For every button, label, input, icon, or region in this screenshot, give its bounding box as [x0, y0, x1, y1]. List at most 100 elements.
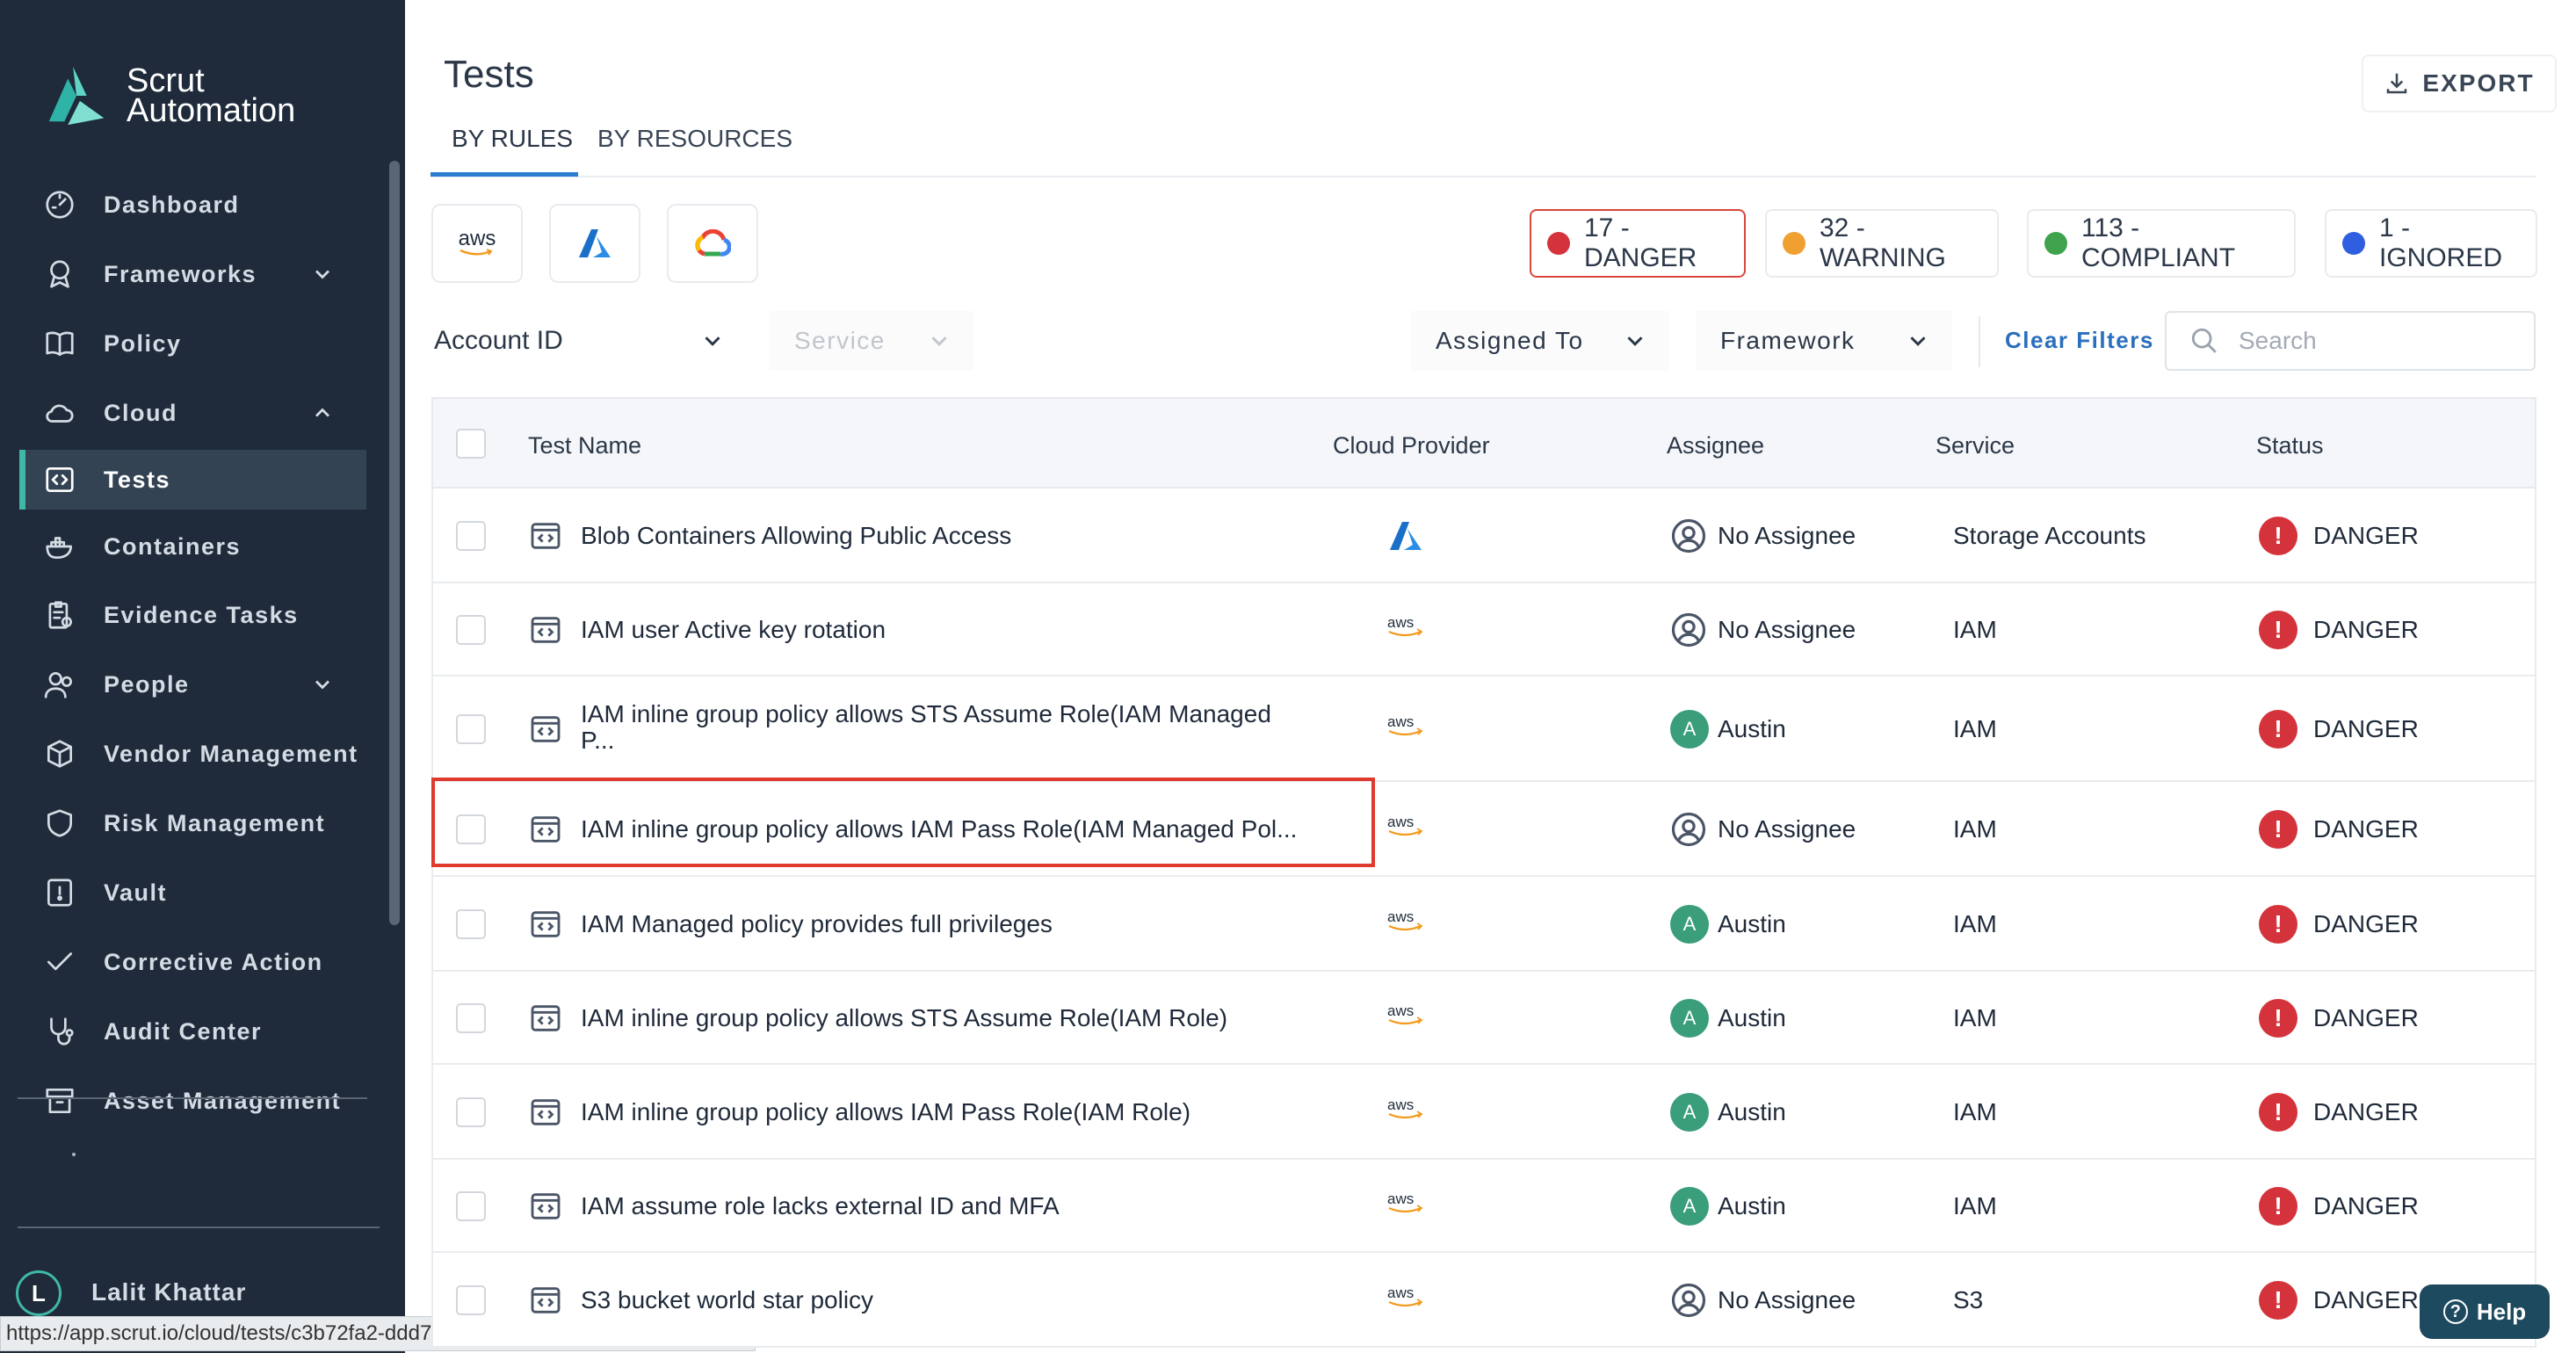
test-name[interactable]: IAM inline group policy allows IAM Pass … — [581, 815, 1297, 843]
service-select[interactable]: Service — [770, 311, 973, 371]
table-row[interactable]: IAM inline group policy allows STS Assum… — [431, 676, 2536, 782]
sidebar-scrollbar[interactable] — [389, 161, 400, 925]
status-filter-ignored[interactable]: 1 - IGNORED — [2325, 209, 2537, 278]
status-filter-compliant[interactable]: 113 - COMPLIANT — [2027, 209, 2296, 278]
select-all-checkbox[interactable] — [456, 429, 486, 459]
provider-filter-aws[interactable]: aws — [431, 204, 523, 283]
archive-icon — [42, 1083, 77, 1118]
aws-logo-icon: aws — [1386, 814, 1426, 844]
row-checkbox[interactable] — [456, 1191, 486, 1221]
row-checkbox[interactable] — [456, 1285, 486, 1315]
code-icon — [531, 1099, 561, 1125]
table-row[interactable]: IAM assume role lacks external ID and MF… — [431, 1160, 2536, 1253]
user-avatar[interactable]: L — [16, 1270, 62, 1316]
sidebar-item-risk-management[interactable]: Risk Management — [19, 793, 366, 853]
row-checkbox[interactable] — [456, 909, 486, 939]
aws-logo-icon: aws — [1386, 614, 1426, 645]
sidebar-item-vault[interactable]: Vault — [19, 863, 366, 922]
sidebar-item-corrective-action[interactable]: Corrective Action — [19, 932, 366, 992]
assigned-to-select[interactable]: Assigned To — [1411, 311, 1669, 371]
row-checkbox[interactable] — [456, 1097, 486, 1127]
chevron-down-icon[interactable] — [310, 262, 335, 286]
sidebar-item-tests[interactable]: Tests — [19, 450, 366, 510]
test-name[interactable]: IAM inline group policy allows STS Assum… — [581, 701, 1271, 754]
status-text: DANGER — [2313, 815, 2419, 843]
stethoscope-icon — [42, 1014, 77, 1049]
table-row[interactable]: IAM inline group policy allows STS Assum… — [431, 972, 2536, 1065]
account-id-select[interactable]: Account ID — [434, 311, 733, 371]
chevron-up-icon[interactable] — [310, 401, 335, 425]
sidebar-item-cloud[interactable]: Cloud — [19, 383, 366, 443]
service-name: IAM — [1953, 1098, 1997, 1125]
table-row[interactable]: Blob Containers Allowing Public Access No… — [431, 488, 2536, 583]
assignee-name[interactable]: Austin — [1718, 1098, 1786, 1126]
search-field[interactable] — [2165, 311, 2536, 371]
col-test-name[interactable]: Test Name — [528, 432, 641, 459]
sidebar-item-evidence-tasks[interactable]: Evidence Tasks — [19, 585, 366, 645]
row-checkbox[interactable] — [456, 615, 486, 645]
row-checkbox[interactable] — [456, 714, 486, 744]
sidebar-item-audit-center[interactable]: Audit Center — [19, 1002, 366, 1061]
sidebar-item-policy[interactable]: Policy — [19, 314, 366, 373]
danger-alert-icon: ! — [2259, 810, 2297, 849]
framework-select[interactable]: Framework — [1696, 311, 1952, 371]
active-tab-indicator — [431, 172, 578, 177]
assignee-name[interactable]: Austin — [1718, 1004, 1786, 1032]
col-service[interactable]: Service — [1936, 432, 2015, 459]
col-assignee[interactable]: Assignee — [1667, 432, 1764, 459]
table-row[interactable]: IAM inline group policy allows IAM Pass … — [431, 782, 2536, 877]
danger-dot-icon — [1547, 232, 1570, 255]
service-name: Storage Accounts — [1953, 522, 2146, 549]
chevron-down-icon[interactable] — [310, 672, 335, 697]
table-row[interactable]: S3 bucket world star policy aws No Assigne… — [431, 1253, 2536, 1348]
assignee-name[interactable]: No Assignee — [1718, 522, 1856, 550]
test-name[interactable]: IAM Managed policy provides full privile… — [581, 910, 1053, 938]
test-name[interactable]: IAM inline group policy allows STS Assum… — [581, 1004, 1227, 1032]
provider-filter-gcp[interactable] — [667, 204, 758, 283]
sidebar-item-people[interactable]: People — [19, 655, 366, 714]
help-button[interactable]: ? Help — [2420, 1284, 2550, 1339]
code-icon — [531, 816, 561, 843]
service-name: IAM — [1953, 815, 1997, 843]
status-filter-danger-label: 17 - DANGER — [1584, 213, 1697, 272]
col-cloud-provider[interactable]: Cloud Provider — [1333, 432, 1490, 459]
export-button[interactable]: EXPORT — [2362, 54, 2557, 112]
assignee-name[interactable]: Austin — [1718, 715, 1786, 743]
test-name[interactable]: S3 bucket world star policy — [581, 1286, 873, 1314]
assignee-name[interactable]: Austin — [1718, 1192, 1786, 1220]
provider-filter-azure[interactable] — [549, 204, 640, 283]
tab-by-resources[interactable]: BY RESOURCES — [597, 125, 792, 153]
user-name[interactable]: Lalit Khattar — [91, 1278, 246, 1306]
status-filter-compliant-label: 113 - COMPLIANT — [2081, 213, 2236, 272]
svg-text:aws: aws — [1387, 1096, 1414, 1113]
sidebar-item-asset-management[interactable]: Asset Management — [19, 1071, 366, 1131]
assignee-name[interactable]: No Assignee — [1718, 1286, 1856, 1314]
app-logo[interactable]: Scrut Automation — [42, 62, 295, 130]
assignee-name[interactable]: No Assignee — [1718, 815, 1856, 843]
table-row[interactable]: IAM user Active key rotation aws No Assign… — [431, 583, 2536, 676]
test-name[interactable]: IAM inline group policy allows IAM Pass … — [581, 1098, 1190, 1126]
status-filter-danger[interactable]: 17 - DANGER — [1530, 209, 1746, 278]
table-row[interactable]: IAM Managed policy provides full privile… — [431, 877, 2536, 972]
test-name[interactable]: IAM assume role lacks external ID and MF… — [581, 1192, 1060, 1220]
sidebar-item-frameworks[interactable]: Frameworks — [19, 244, 366, 304]
row-checkbox[interactable] — [456, 814, 486, 844]
docker-icon — [42, 529, 77, 564]
tab-by-rules[interactable]: BY RULES — [452, 125, 573, 153]
sidebar-item-dashboard[interactable]: Dashboard — [19, 175, 366, 235]
sidebar-item-vendor-management[interactable]: Vendor Management — [19, 724, 366, 784]
row-checkbox[interactable] — [456, 1003, 486, 1033]
table-header: Test Name Cloud Provider Assignee Servic… — [431, 397, 2536, 488]
test-name[interactable]: IAM user Active key rotation — [581, 616, 886, 644]
sidebar-item-containers[interactable]: Containers — [19, 517, 366, 576]
code-icon — [42, 462, 77, 497]
assignee-name[interactable]: No Assignee — [1718, 616, 1856, 644]
table-row[interactable]: IAM inline group policy allows IAM Pass … — [431, 1065, 2536, 1160]
row-checkbox[interactable] — [456, 521, 486, 551]
clear-filters-link[interactable]: Clear Filters — [2005, 327, 2154, 354]
search-input[interactable] — [2237, 326, 2504, 356]
test-name[interactable]: Blob Containers Allowing Public Access — [581, 522, 1011, 550]
status-filter-warning[interactable]: 32 - WARNING — [1765, 209, 1999, 278]
assignee-name[interactable]: Austin — [1718, 910, 1786, 938]
col-status[interactable]: Status — [2256, 432, 2324, 459]
